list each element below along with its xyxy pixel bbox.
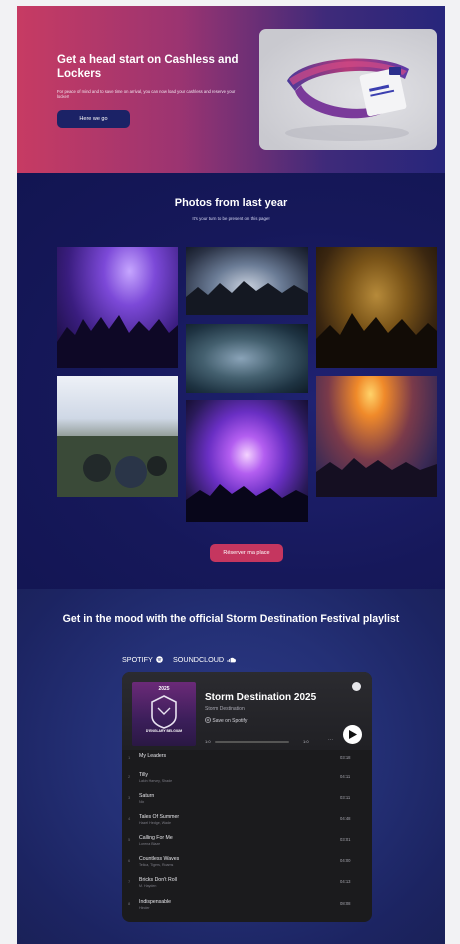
track-duration: 03:11: [340, 795, 351, 800]
playlist-artist: Storm Destination: [205, 706, 245, 712]
cover-caption: D'ENGLARY BELGIUM: [145, 729, 183, 733]
playlist-name: Storm Destination 2025: [205, 692, 317, 703]
track-row[interactable]: 7 Bricks Don't Roll M. Hayden 04:13: [122, 874, 372, 894]
tab-spotify[interactable]: SPOTIFY: [122, 655, 163, 664]
landing-page: Get a head start on Cashless and Lockers…: [17, 6, 445, 944]
spotify-player[interactable]: 2025 D'ENGLARY BELGIUM Storm Destination…: [122, 672, 372, 922]
track-duration: 03:18: [340, 755, 351, 760]
gallery-photo-crowd-purple[interactable]: [57, 247, 178, 368]
track-number: 4: [128, 816, 131, 821]
track-title: Calling For Me: [139, 835, 173, 841]
playlist-title: Get in the mood with the official Storm …: [62, 613, 400, 625]
track-row[interactable]: 3 Saturn Nix 03:11: [122, 790, 372, 810]
wristband-image: [259, 29, 437, 150]
track-artist: Lakin Harvey, Shade: [139, 779, 173, 783]
gallery-photo-night-crowd[interactable]: [316, 247, 437, 368]
track-title: Tales Of Summer: [139, 814, 180, 820]
track-number: 3: [128, 795, 131, 800]
track-number: 5: [128, 837, 131, 842]
here-we-go-button[interactable]: Here we go: [57, 110, 130, 128]
wristband-illustration: [285, 58, 409, 141]
track-title: Tilly: [139, 772, 149, 778]
playlist-cover: 2025 D'ENGLARY BELGIUM: [132, 682, 196, 746]
play-icon: [349, 730, 357, 739]
preview-end-time: 1:0: [303, 739, 309, 744]
track-number: 1: [128, 755, 131, 760]
gallery-photo-fire-stage[interactable]: [316, 376, 437, 497]
save-on-spotify-label: Save on Spotify: [212, 718, 248, 724]
gallery-photo-outdoor-stage[interactable]: [57, 376, 178, 497]
track-title: Bricks Don't Roll: [139, 877, 177, 883]
photos-title: Photos from last year: [174, 197, 288, 209]
crowd-silhouette: [316, 313, 437, 368]
track-duration: 08:08: [340, 901, 351, 906]
track-duration: 04:13: [340, 879, 351, 884]
track-row[interactable]: 6 Countless Waves Telica, Tigers, Roams …: [122, 853, 372, 873]
track-row[interactable]: 1 My Leaders 03:18: [122, 750, 372, 770]
crowd-silhouette: [316, 458, 437, 497]
track-number: 6: [128, 858, 131, 863]
spotify-logo-icon[interactable]: [352, 682, 361, 691]
track-duration: 04:48: [340, 816, 351, 821]
preview-start-time: 1:0: [205, 739, 211, 744]
track-artist: Telica, Tigers, Roams: [139, 863, 174, 867]
more-options-button[interactable]: ···: [328, 737, 333, 743]
gallery-photo-blurred-crowd[interactable]: [186, 324, 308, 393]
track-row[interactable]: 4 Tales Of Summer Hazel Hedge, Wade 04:4…: [122, 811, 372, 831]
spotify-icon: [155, 656, 163, 663]
track-title: Indispensable: [139, 899, 172, 905]
add-circle-icon: [205, 717, 211, 723]
hero-subtitle: For peace of mind and to save time on ar…: [57, 89, 236, 100]
track-artist: M. Hayden: [139, 884, 157, 888]
track-number: 8: [128, 901, 131, 906]
track-duration: 04:00: [340, 858, 351, 863]
gallery-photo-laser-show[interactable]: [186, 400, 308, 522]
tab-spotify-label: SPOTIFY: [122, 655, 153, 664]
track-title: My Leaders: [139, 753, 167, 759]
track-row[interactable]: 5 Calling For Me Lorena Blaze 03:01: [122, 832, 372, 852]
crowd-silhouette: [186, 484, 308, 522]
crest-icon: [151, 695, 177, 729]
track-artist: Hinder: [139, 906, 150, 910]
player-header: 2025 D'ENGLARY BELGIUM Storm Destination…: [122, 672, 372, 750]
track-title: Countless Waves: [139, 856, 180, 862]
tab-soundcloud-label: SOUNDCLOUD: [173, 655, 225, 664]
crowd-silhouette: [57, 315, 178, 368]
track-number: 2: [128, 774, 131, 779]
track-title: Saturn: [139, 793, 155, 799]
photos-subtitle: It's your turn to be present on this pag…: [192, 216, 270, 221]
preview-progress-bar[interactable]: [215, 741, 289, 743]
soundcloud-icon: [227, 657, 237, 662]
playlist-section: Get in the mood with the official Storm …: [17, 589, 445, 944]
track-artist: Nix: [139, 800, 145, 804]
reserve-place-button[interactable]: Réserver ma place: [210, 544, 283, 562]
track-artist: Hazel Hedge, Wade: [139, 821, 172, 825]
track-duration: 03:01: [340, 837, 351, 842]
tab-soundcloud[interactable]: SOUNDCLOUD: [173, 655, 237, 664]
track-duration: 04:11: [340, 774, 351, 779]
outdoor-scene: [57, 436, 178, 497]
save-on-spotify-button[interactable]: Save on Spotify: [205, 717, 247, 724]
gallery-photo-dancing-crowd[interactable]: [186, 247, 308, 315]
hero-banner: Get a head start on Cashless and Lockers…: [17, 6, 445, 173]
track-row[interactable]: 8 Indispensable Hinder 08:08: [122, 896, 372, 916]
track-artist: Lorena Blaze: [139, 842, 161, 846]
track-number: 7: [128, 879, 131, 884]
play-button[interactable]: [343, 725, 362, 744]
photos-section: Photos from last year It's your turn to …: [17, 173, 445, 589]
hero-title: Get a head start on Cashless and Lockers: [57, 54, 239, 80]
crowd-silhouette: [186, 281, 308, 315]
track-row[interactable]: 2 Tilly Lakin Harvey, Shade 04:11: [122, 769, 372, 789]
